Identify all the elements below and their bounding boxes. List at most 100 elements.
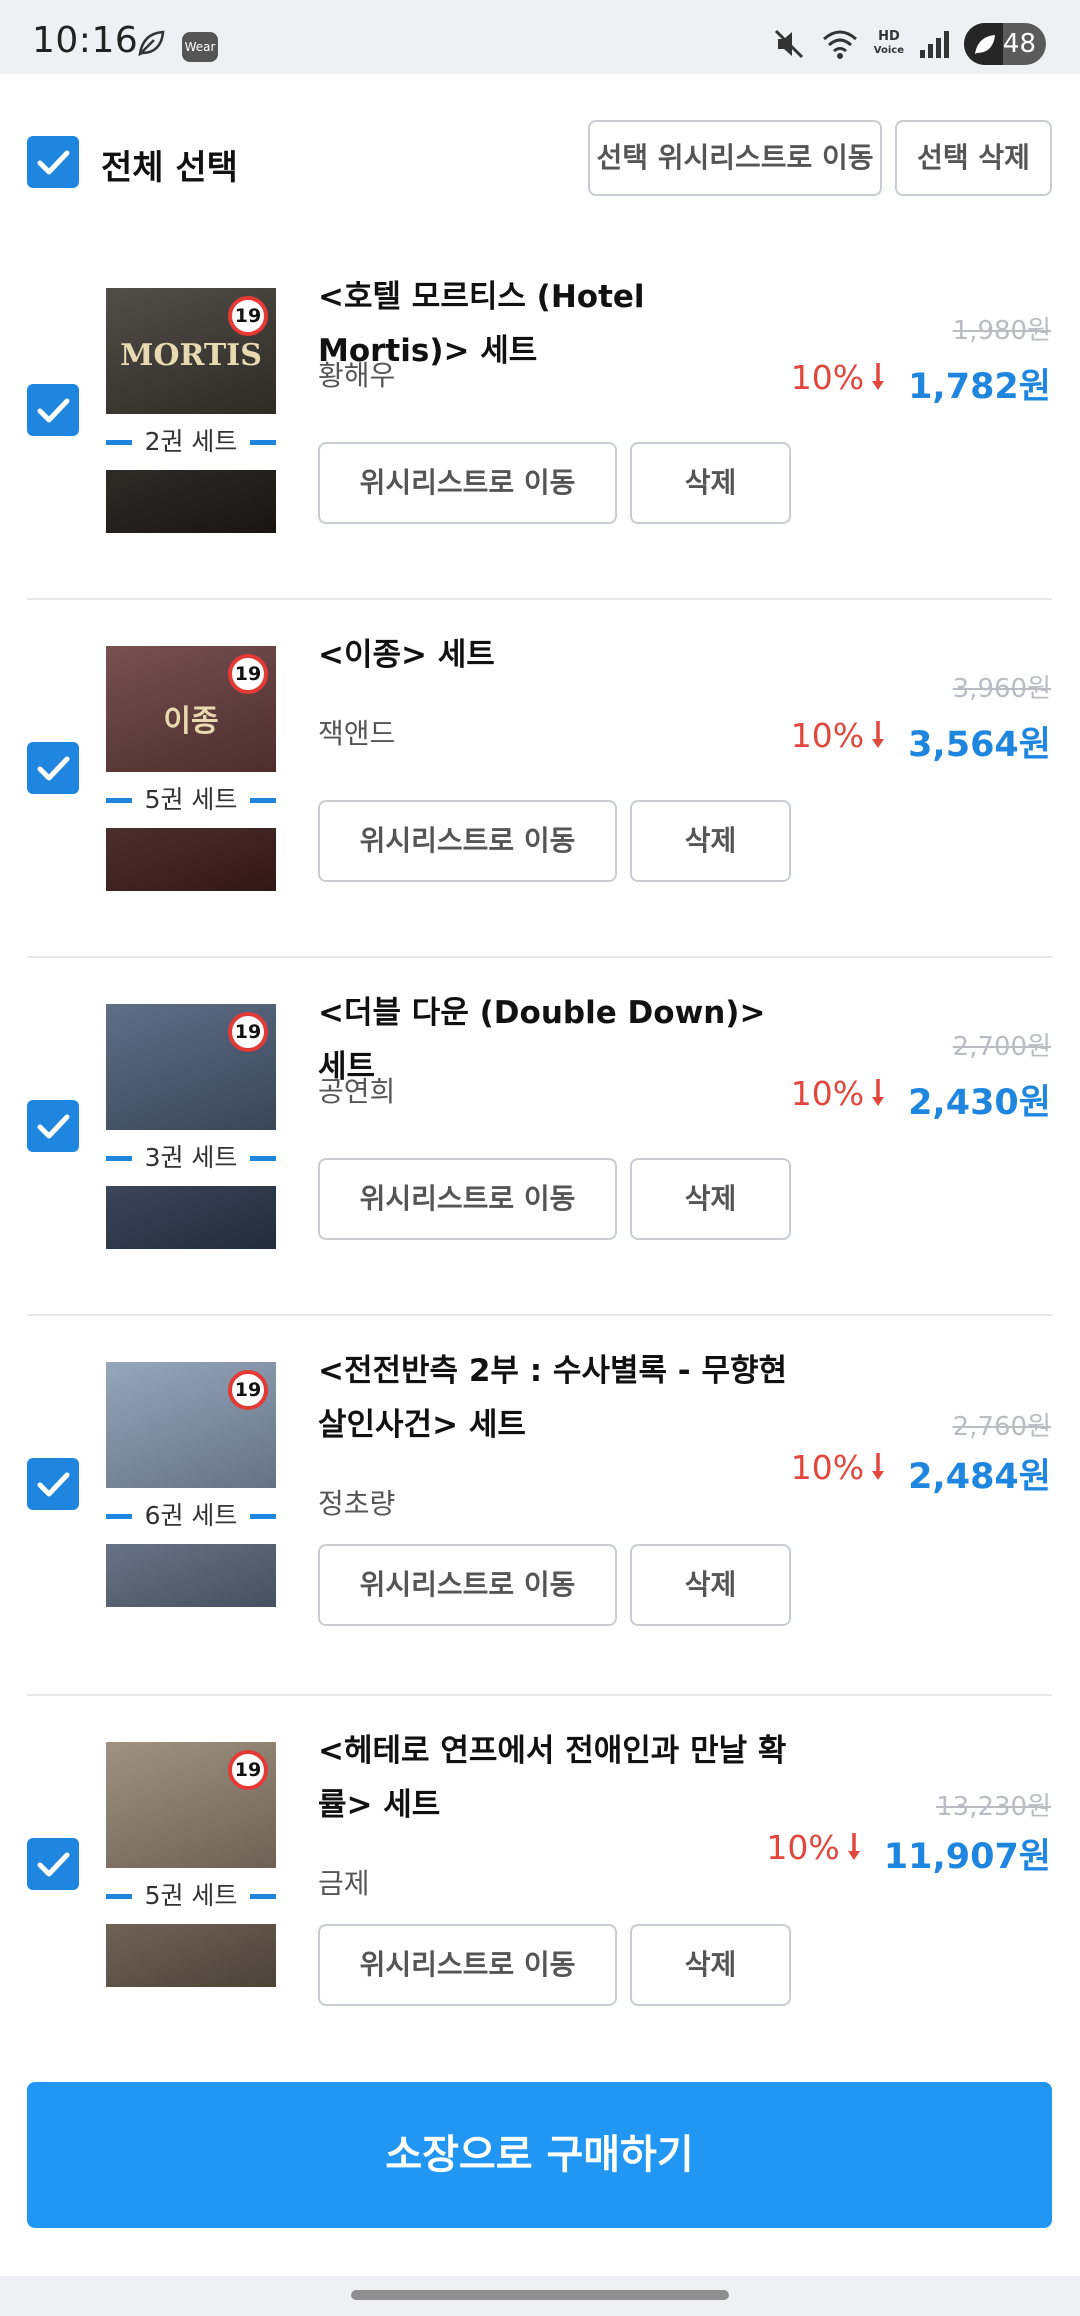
delete-selected-button[interactable]: 선택 삭제 [895,120,1052,196]
item-checkbox[interactable] [27,1100,79,1152]
move-to-wishlist-button[interactable]: 위시리스트로 이동 [318,800,617,882]
discount-percent: 10% [790,358,865,397]
set-count-label: 2권 세트 [106,414,276,470]
book-cover[interactable]: 19 3권 세트 [106,1004,276,1249]
discount-rate: 10% [791,1448,886,1487]
book-cover[interactable]: MORTIS 19 2권 세트 [106,288,276,533]
delete-item-button[interactable]: 삭제 [630,442,791,524]
sale-price: 2,484원 [908,1457,1051,1497]
set-count-label: 6권 세트 [106,1488,276,1544]
sale-price: 11,907원 [883,1837,1051,1877]
book-cover[interactable]: 19 6권 세트 [106,1362,276,1607]
item-title[interactable]: <전전반측 2부 : 수사별록 - 무향현 살인사건> 세트 [318,1344,788,1452]
age-19-badge: 19 [228,1370,268,1410]
set-count-label: 3권 세트 [106,1130,276,1186]
discount-rate: 10% [791,1074,886,1113]
set-count-text: 3권 세트 [144,1143,238,1172]
set-count-text: 5권 세트 [144,785,238,814]
delete-item-button[interactable]: 삭제 [630,1158,791,1240]
move-to-wishlist-button[interactable]: 위시리스트로 이동 [318,442,617,524]
check-icon [37,1114,70,1139]
move-to-wishlist-button[interactable]: 위시리스트로 이동 [318,1158,617,1240]
original-price: 2,700원 [952,1032,1051,1062]
select-all-label[interactable]: 전체 선택 [101,140,238,189]
status-time: 10:16 [32,20,139,61]
move-to-wishlist-button[interactable]: 위시리스트로 이동 [318,1924,617,2006]
item-title[interactable]: <이종> 세트 [318,628,788,682]
battery-leaf-icon [975,35,995,54]
check-icon [37,150,70,175]
discount-percent: 10% [790,716,865,755]
delete-item-button[interactable]: 삭제 [630,1924,791,2006]
delete-item-button[interactable]: 삭제 [630,1544,791,1626]
discount-percent: 10% [766,1828,840,1867]
arrow-down-icon [872,363,885,390]
item-author: 잭앤드 [318,717,396,750]
item-author: 금제 [318,1867,370,1900]
age-19-badge: 19 [228,1750,268,1790]
select-all-checkbox[interactable] [27,136,79,188]
discount-percent: 10% [790,1448,865,1487]
set-count-text: 2권 세트 [144,427,238,456]
discount-percent: 10% [790,1074,865,1113]
check-icon [37,756,70,781]
cover-title: 이종 [163,704,219,739]
cart-item: 이종 19 5권 세트 <이종> 세트 잭앤드 위시리스트로 이동 삭제 3,9… [0,600,1080,958]
item-checkbox[interactable] [27,384,79,436]
original-price: 1,980원 [952,316,1051,346]
discount-rate: 10% [791,358,886,397]
check-icon [37,1472,70,1497]
leaf-icon [138,30,165,57]
signal-icon [920,31,949,58]
item-author: 공연희 [318,1075,396,1108]
battery-percent: 48 [1002,29,1036,59]
age-19-badge: 19 [228,1012,268,1052]
age-19-badge: 19 [228,654,268,694]
mute-icon [774,29,803,59]
item-checkbox[interactable] [27,742,79,794]
status-bar: 10:16 Wear HD Voice 48 [0,0,1080,74]
delete-item-button[interactable]: 삭제 [630,800,791,882]
discount-rate: 10% [791,716,886,755]
item-author: 정초량 [318,1487,396,1520]
cover-title: MORTIS [120,338,262,373]
item-title[interactable]: <헤테로 연프에서 전애인과 만날 확률> 세트 [318,1724,788,1832]
cart-item: 19 6권 세트 <전전반측 2부 : 수사별록 - 무향현 살인사건> 세트 … [0,1316,1080,1696]
move-to-wishlist-button[interactable]: 위시리스트로 이동 [318,1544,617,1626]
set-count-label: 5권 세트 [106,772,276,828]
wear-icon: Wear [182,32,218,62]
original-price: 3,960원 [952,674,1051,704]
original-price: 13,230원 [936,1792,1051,1822]
check-icon [37,1852,70,1877]
buy-to-own-button[interactable]: 소장으로 구매하기 [27,2082,1052,2228]
check-icon [37,398,70,423]
discount-rate: 10% [766,1828,861,1867]
arrow-down-icon [847,1833,860,1860]
set-count-label: 5권 세트 [106,1868,276,1924]
sale-price: 3,564원 [908,725,1051,765]
item-author: 황해우 [318,359,396,392]
arrow-down-icon [872,1079,885,1106]
set-count-text: 6권 세트 [144,1501,238,1530]
item-checkbox[interactable] [27,1838,79,1890]
hd-label: HD [878,29,900,44]
sale-price: 2,430원 [908,1083,1051,1123]
arrow-down-icon [872,1453,885,1480]
book-cover[interactable]: 19 5권 세트 [106,1742,276,1987]
selection-header: 전체 선택 선택 위시리스트로 이동 선택 삭제 [0,74,1080,242]
age-19-badge: 19 [228,296,268,336]
voice-label: Voice [873,45,904,56]
home-gesture-handle[interactable] [351,2290,729,2300]
hd-voice-icon: HD Voice [874,30,904,58]
original-price: 2,760원 [952,1412,1051,1442]
cart-item: 19 5권 세트 <헤테로 연프에서 전애인과 만날 확률> 세트 금제 위시리… [0,1696,1080,2076]
cart-item: 19 3권 세트 <더블 다운 (Double Down)> 세트 공연희 위시… [0,958,1080,1316]
item-checkbox[interactable] [27,1458,79,1510]
navigation-bar [0,2276,1080,2316]
battery-icon: 48 [964,23,1046,65]
wifi-icon [822,30,857,59]
set-count-text: 5권 세트 [144,1881,238,1910]
cart-item: MORTIS 19 2권 세트 <호텔 모르티스 (Hotel Mortis)>… [0,242,1080,600]
book-cover[interactable]: 이종 19 5권 세트 [106,646,276,891]
move-selected-to-wishlist-button[interactable]: 선택 위시리스트로 이동 [588,120,882,196]
